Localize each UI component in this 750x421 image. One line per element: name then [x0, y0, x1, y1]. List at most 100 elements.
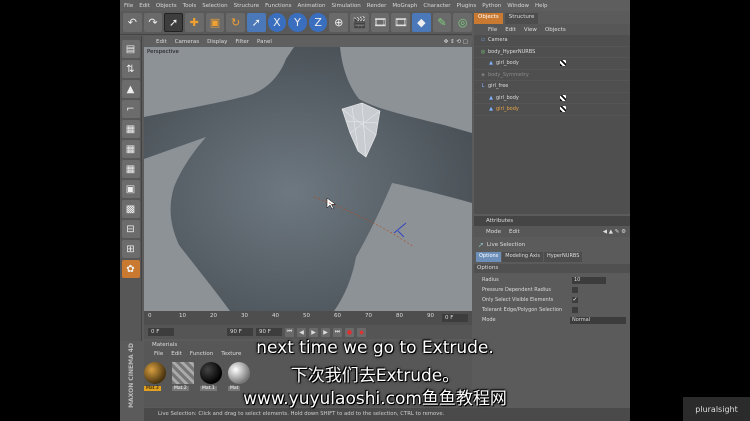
- object-mode-icon[interactable]: ⌐: [121, 100, 140, 118]
- obj-menu-edit[interactable]: Edit: [505, 27, 516, 33]
- menu-render[interactable]: Render: [367, 3, 387, 9]
- subdivision-icon[interactable]: ◎: [453, 13, 472, 32]
- redo-icon[interactable]: ↷: [143, 13, 163, 32]
- rotate-icon[interactable]: ↻: [226, 13, 245, 32]
- tolerant-checkbox[interactable]: [572, 307, 578, 313]
- y-axis-icon[interactable]: Y: [288, 13, 307, 32]
- fps-field[interactable]: 90 F: [256, 328, 282, 336]
- menu-functions[interactable]: Functions: [265, 3, 291, 9]
- visible-only-row: Only Select Visible Elements ✓: [474, 296, 630, 305]
- attr-nav-icons[interactable]: ◀ ▲ ✎ ⚙: [603, 229, 626, 235]
- pressure-radius-checkbox[interactable]: [572, 287, 578, 293]
- record-icon[interactable]: ●: [345, 327, 354, 337]
- axis-icon[interactable]: ⊞: [121, 240, 140, 258]
- viewport-menu-cameras[interactable]: Cameras: [175, 39, 199, 45]
- current-frame-field[interactable]: 0 F: [442, 314, 468, 322]
- live-selection-icon[interactable]: ➚: [164, 13, 183, 32]
- render-settings-icon[interactable]: 🎞: [391, 13, 411, 32]
- object-row-girl-body[interactable]: ▲ girl_body: [474, 58, 630, 70]
- cube-icon[interactable]: ◆: [412, 13, 431, 32]
- obj-menu-view[interactable]: View: [524, 27, 537, 33]
- timeline-tick: 70: [365, 313, 372, 319]
- checker-icon[interactable]: ▩: [121, 200, 140, 218]
- x-axis-icon[interactable]: X: [267, 13, 287, 32]
- texture-tag-icon[interactable]: [560, 60, 566, 66]
- menu-window[interactable]: Window: [507, 3, 529, 9]
- perspective-viewport[interactable]: Perspective: [144, 47, 472, 311]
- make-editable-icon[interactable]: ▤: [121, 40, 140, 58]
- go-to-start-icon[interactable]: ⏮: [285, 327, 294, 337]
- scale-icon[interactable]: ▣: [205, 13, 225, 32]
- step-forward-icon[interactable]: ▶: [321, 327, 330, 337]
- edges-mode-icon[interactable]: ▦: [121, 160, 140, 178]
- pen-icon[interactable]: ✎: [432, 13, 452, 32]
- menu-plugins[interactable]: Plugins: [457, 3, 477, 9]
- snap-icon[interactable]: ⊟: [121, 220, 140, 238]
- subtitle-english: next time we go to Extrude.: [256, 338, 494, 358]
- viewport-menu-panel[interactable]: Panel: [257, 39, 272, 45]
- start-frame-field[interactable]: 0 F: [148, 328, 174, 336]
- visible-only-checkbox[interactable]: ✓: [572, 297, 578, 303]
- step-back-icon[interactable]: ◀: [297, 327, 306, 337]
- menu-tools[interactable]: Tools: [183, 3, 197, 9]
- object-row-girl-body[interactable]: ▲ girl_body: [474, 93, 630, 104]
- menu-help[interactable]: Help: [535, 3, 548, 9]
- menu-python[interactable]: Python: [482, 3, 501, 9]
- last-tool-icon[interactable]: ➚: [246, 13, 266, 32]
- model-mode-icon[interactable]: ▲: [121, 80, 140, 98]
- menu-structure[interactable]: Structure: [234, 3, 260, 9]
- tab-hypernurbs[interactable]: HyperNURBS: [544, 252, 583, 262]
- timeline-ruler[interactable]: 0 10 20 30 40 50 60 70 80 90 0 F: [144, 311, 472, 325]
- end-frame-field[interactable]: 90 F: [227, 328, 253, 336]
- workplane-icon[interactable]: ⇅: [121, 60, 140, 78]
- move-icon[interactable]: ✚: [184, 13, 204, 32]
- object-row-symmetry[interactable]: ◈ body_Symmetry: [474, 70, 630, 81]
- tab-options[interactable]: Options: [476, 252, 502, 262]
- object-row-girl-free[interactable]: L girl_free: [474, 81, 630, 93]
- menu-animation[interactable]: Animation: [297, 3, 325, 9]
- attr-menu-edit[interactable]: Edit: [509, 229, 520, 235]
- object-row-girl-body-selected[interactable]: ▲ girl_body: [474, 104, 630, 116]
- object-row-hypernurbs[interactable]: ◎ body_HyperNURBS: [474, 47, 630, 58]
- viewport-nav-icons[interactable]: ✥ ⇕ ⟲ ▢: [444, 39, 468, 45]
- go-to-end-icon[interactable]: ⏭: [333, 327, 342, 337]
- pressure-radius-label: Pressure Dependent Radius: [482, 287, 552, 293]
- viewport-menu-display[interactable]: Display: [207, 39, 227, 45]
- symmetry-icon[interactable]: ✿: [121, 260, 140, 278]
- menu-selection[interactable]: Selection: [202, 3, 227, 9]
- menu-objects[interactable]: Objects: [156, 3, 177, 9]
- menu-character[interactable]: Character: [423, 3, 450, 9]
- radius-field[interactable]: 10: [572, 277, 606, 284]
- viewport-menu-edit[interactable]: Edit: [156, 39, 167, 45]
- play-icon[interactable]: ▶: [309, 327, 318, 337]
- polygon-object-icon: ▲: [489, 94, 493, 101]
- viewport-menu-filter[interactable]: Filter: [235, 39, 249, 45]
- mode-dropdown[interactable]: Normal: [570, 317, 626, 324]
- polygons-mode-icon[interactable]: ▣: [121, 180, 140, 198]
- obj-menu-file[interactable]: File: [488, 27, 497, 33]
- menu-file[interactable]: File: [124, 3, 133, 9]
- keyframe-icon[interactable]: ◆: [357, 327, 366, 337]
- menu-simulation[interactable]: Simulation: [331, 3, 360, 9]
- undo-icon[interactable]: ↶: [123, 13, 142, 32]
- attr-menu-mode[interactable]: Mode: [486, 229, 501, 235]
- coordinate-system-icon[interactable]: ⊕: [329, 13, 349, 32]
- render-view-icon[interactable]: 🎬: [350, 13, 369, 32]
- texture-tag-icon[interactable]: [560, 106, 566, 112]
- tab-modeling-axis[interactable]: Modeling Axis: [502, 252, 544, 262]
- viewport-menu: Edit Cameras Display Filter Panel ✥ ⇕ ⟲ …: [144, 36, 472, 47]
- symmetry-object-icon: ◈: [481, 71, 485, 78]
- z-axis-icon[interactable]: Z: [308, 13, 328, 32]
- obj-menu-objects[interactable]: Objects: [545, 27, 566, 33]
- menu-edit[interactable]: Edit: [139, 3, 150, 9]
- tab-objects[interactable]: Objects: [474, 13, 503, 24]
- texture-mode-icon[interactable]: ▦: [121, 120, 140, 138]
- render-picture-viewer-icon[interactable]: 🎞: [370, 13, 390, 32]
- texture-tag-icon[interactable]: [560, 94, 566, 101]
- tab-structure[interactable]: Structure: [504, 13, 539, 24]
- menu-mograph[interactable]: MoGraph: [392, 3, 417, 9]
- points-mode-icon[interactable]: ▦: [121, 140, 140, 158]
- tags: [560, 60, 566, 66]
- object-manager-tabs: Objects Structure: [474, 13, 630, 24]
- object-row-camera[interactable]: ▭ Camera: [474, 35, 630, 47]
